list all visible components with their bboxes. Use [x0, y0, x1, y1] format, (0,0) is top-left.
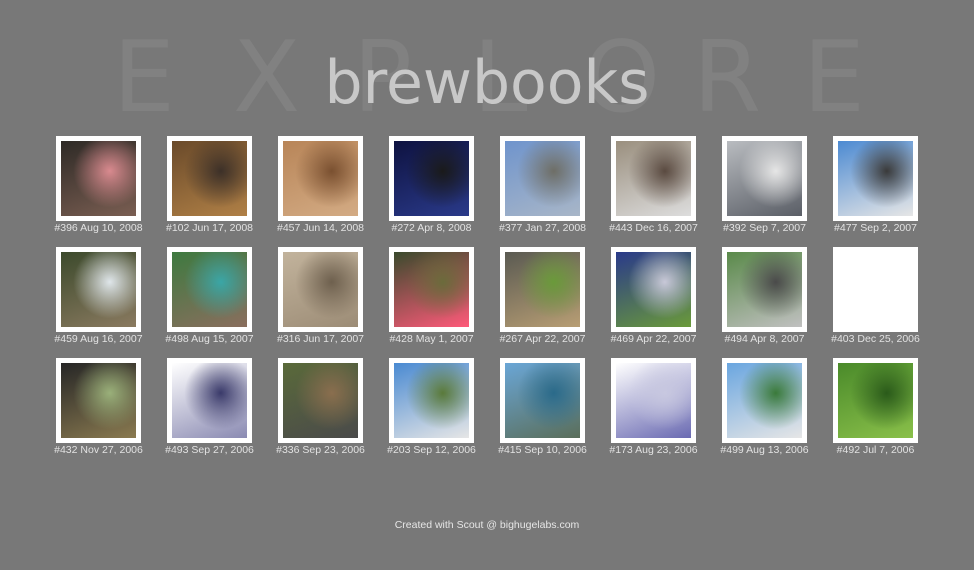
photo-thumbnail[interactable]: [722, 358, 807, 443]
photo-thumbnail[interactable]: [611, 136, 696, 221]
photo-thumbnail[interactable]: [722, 247, 807, 332]
photo-tile: #477 Sep 2, 2007: [833, 136, 944, 236]
photo-tile: #428 May 1, 2007: [389, 247, 500, 347]
photo-image: [172, 252, 247, 327]
photo-tile: #492 Jul 7, 2006: [833, 358, 944, 458]
photo-thumbnail[interactable]: [167, 247, 252, 332]
photo-image: [505, 363, 580, 438]
photo-tile: #377 Jan 27, 2008: [499, 136, 611, 236]
photo-caption: #477 Sep 2, 2007: [834, 222, 917, 234]
photo-thumbnail[interactable]: [722, 136, 807, 221]
photo-thumbnail[interactable]: [833, 358, 918, 443]
photo-image: [838, 252, 913, 327]
photo-tile: #469 Apr 22, 2007: [611, 247, 722, 347]
photo-tile: #102 Jun 17, 2008: [166, 136, 278, 236]
photo-thumbnail[interactable]: [389, 247, 474, 332]
photo-thumbnail[interactable]: [56, 358, 141, 443]
photo-image: [283, 363, 358, 438]
photo-tile: #493 Sep 27, 2006: [165, 358, 278, 458]
photo-image: [61, 141, 136, 216]
photo-image: [283, 141, 358, 216]
photo-tile: #459 Aug 16, 2007: [54, 247, 167, 347]
photo-tile: #267 Apr 22, 2007: [500, 247, 611, 347]
photo-thumbnail[interactable]: [389, 136, 474, 221]
photo-thumbnail[interactable]: [611, 358, 696, 443]
photo-image: [505, 252, 580, 327]
photo-tile: #272 Apr 8, 2008: [389, 136, 500, 236]
photo-tile: #403 Dec 25, 2006: [831, 247, 944, 347]
photo-caption: #403 Dec 25, 2006: [831, 333, 920, 345]
photo-thumbnail[interactable]: [278, 136, 363, 221]
photo-tile: #336 Sep 23, 2006: [276, 358, 389, 458]
photo-image: [727, 141, 802, 216]
photo-caption: #492 Jul 7, 2006: [836, 444, 915, 456]
photo-thumbnail[interactable]: [278, 358, 363, 443]
photo-image: [838, 141, 913, 216]
photo-image: [505, 141, 580, 216]
photo-tile: #173 Aug 23, 2006: [609, 358, 722, 458]
photo-thumbnail[interactable]: [389, 358, 474, 443]
photo-grid: #396 Aug 10, 2008 #102 Jun 17, 2008 #457 J…: [0, 0, 974, 500]
photo-thumbnail[interactable]: [611, 247, 696, 332]
photo-image: [394, 252, 469, 327]
photo-thumbnail[interactable]: [56, 247, 141, 332]
photo-tile: #203 Sep 12, 2006: [387, 358, 500, 458]
photo-image: [61, 252, 136, 327]
photo-tile: #316 Jun 17, 2007: [277, 247, 389, 347]
photo-image: [172, 363, 247, 438]
photo-tile: #392 Sep 7, 2007: [722, 136, 833, 236]
photo-image: [172, 141, 247, 216]
photo-image: [727, 363, 802, 438]
photo-thumbnail[interactable]: [833, 247, 918, 332]
photo-tile: #443 Dec 16, 2007: [609, 136, 722, 236]
photo-image: [727, 252, 802, 327]
photo-thumbnail[interactable]: [278, 247, 363, 332]
photo-image: [838, 363, 913, 438]
photo-tile: #499 Aug 13, 2006: [720, 358, 833, 458]
photo-image: [616, 252, 691, 327]
photo-thumbnail[interactable]: [500, 247, 585, 332]
photo-tile: #498 Aug 15, 2007: [165, 247, 278, 347]
photo-thumbnail[interactable]: [500, 136, 585, 221]
photo-image: [394, 141, 469, 216]
photo-thumbnail[interactable]: [167, 136, 252, 221]
photo-image: [394, 363, 469, 438]
photo-tile: #415 Sep 10, 2006: [498, 358, 611, 458]
photo-tile: #396 Aug 10, 2008: [54, 136, 167, 236]
photo-tile: #457 Jun 14, 2008: [277, 136, 389, 236]
photo-image: [616, 141, 691, 216]
photo-image: [283, 252, 358, 327]
footer-credit: Created with Scout @ bighugelabs.com: [394, 519, 580, 531]
photo-thumbnail[interactable]: [833, 136, 918, 221]
photo-image: [616, 363, 691, 438]
photo-thumbnail[interactable]: [56, 136, 141, 221]
photo-tile: #494 Apr 8, 2007: [722, 247, 833, 347]
photo-thumbnail[interactable]: [500, 358, 585, 443]
photo-thumbnail[interactable]: [167, 358, 252, 443]
photo-image: [61, 363, 136, 438]
photo-tile: #432 Nov 27, 2006: [54, 358, 167, 458]
